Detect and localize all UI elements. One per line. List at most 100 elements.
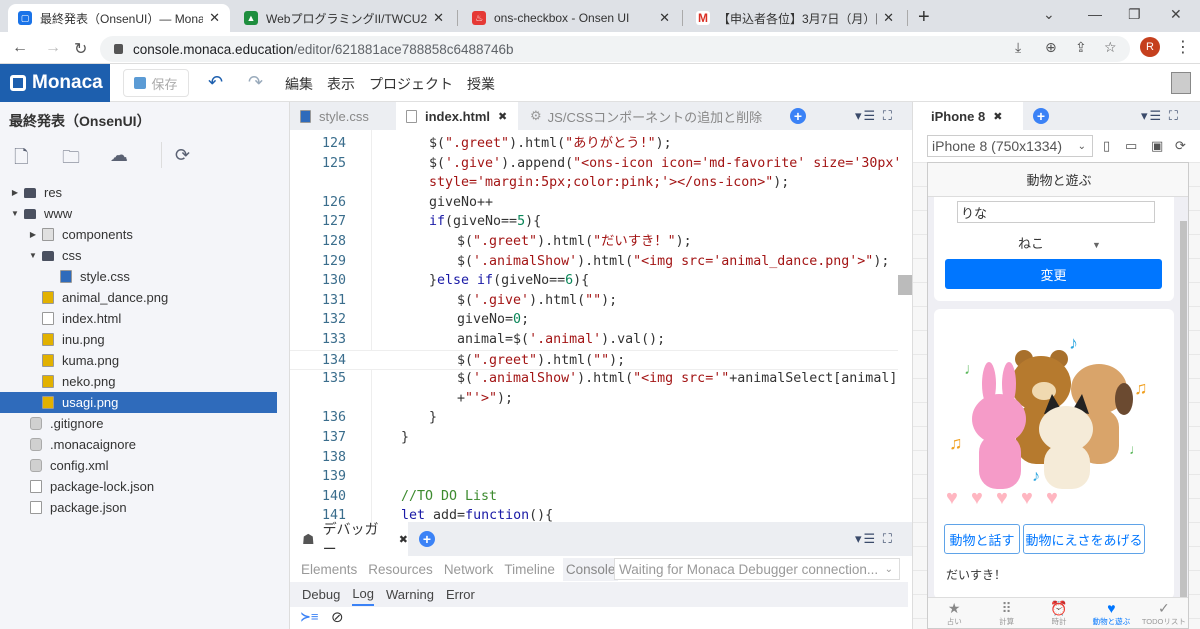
profile-avatar[interactable]: R <box>1140 37 1160 57</box>
panel-menu-icon[interactable]: ▾☰ ⛶ <box>1141 108 1180 124</box>
app-tab-3[interactable]: ♥ 動物と遊ぶ <box>1085 598 1137 628</box>
tab-components[interactable]: ⚙ JS/CSSコンポーネントの追加と削除 <box>520 102 780 130</box>
tree-item[interactable]: neko.png <box>0 371 277 392</box>
tree-item[interactable]: .gitignore <box>0 413 277 434</box>
refresh-icon[interactable]: ⟳ <box>175 145 190 166</box>
tree-item[interactable]: package.json <box>0 497 277 518</box>
install-icon[interactable]: ⤓ <box>1015 39 1021 56</box>
code-line[interactable]: 135 $('.animalShow').html("<img src='"+an… <box>290 369 898 389</box>
app-tab-4[interactable]: ✓ TODOリスト <box>1138 598 1188 628</box>
code-line[interactable]: 133 animal=$('.animal').val(); <box>290 330 898 350</box>
filter-error[interactable]: Error <box>446 584 475 605</box>
code-line[interactable]: 128 $(".greet").html("だいすき！"); <box>290 232 898 252</box>
change-button[interactable]: 変更 <box>945 259 1162 289</box>
editor-scrollbar[interactable] <box>898 275 912 295</box>
tree-item[interactable]: usagi.png <box>0 392 277 413</box>
new-tab-button[interactable]: + <box>918 6 930 29</box>
restore-icon[interactable]: ❐ <box>1128 6 1141 23</box>
user-avatar[interactable] <box>1171 72 1191 94</box>
debugger-connection-select[interactable]: Waiting for Monaca Debugger connection..… <box>614 558 900 580</box>
minimize-icon[interactable]: — <box>1088 6 1102 22</box>
browser-tab-classroom[interactable]: ▲ WebプログラミングII/TWCU2021 後期 ✕ <box>234 4 454 32</box>
screenshot-icon[interactable]: ▣ <box>1151 138 1163 154</box>
app-tab-1[interactable]: ⠿ 計算 <box>980 598 1032 628</box>
bookmark-star-icon[interactable]: ☆ <box>1104 39 1117 56</box>
refresh-preview-icon[interactable]: ⟳ <box>1175 138 1186 154</box>
browser-tab-onsen[interactable]: ♨ ons-checkbox - Onsen UI ✕ <box>462 4 680 32</box>
code-line[interactable]: 129 $('.animalShow').html("<img src='anim… <box>290 252 898 272</box>
tab-resources[interactable]: Resources <box>368 562 433 577</box>
tree-item[interactable]: config.xml <box>0 455 277 476</box>
code-line[interactable]: style='margin:5px;color:pink;'></ons-ico… <box>290 173 898 193</box>
menu-project[interactable]: プロジェクト <box>369 74 453 94</box>
code-line[interactable]: 130}else if(giveNo==6){ <box>290 271 898 291</box>
tree-item[interactable]: ▼ www <box>0 203 277 224</box>
code-line[interactable]: 127 if(giveNo==5){ <box>290 212 898 232</box>
monaca-logo[interactable]: Monaca <box>0 64 110 102</box>
tab-elements[interactable]: Elements <box>301 562 357 577</box>
code-line[interactable]: 139 <box>290 467 898 487</box>
menu-edit[interactable]: 編集 <box>285 74 313 94</box>
zoom-icon[interactable]: ⊕ <box>1045 39 1057 56</box>
device-select[interactable]: iPhone 8 (750x1334) ⌄ <box>927 135 1093 157</box>
tree-item[interactable]: style.css <box>0 266 277 287</box>
phone-scrollbar[interactable] <box>1180 221 1187 599</box>
tree-item[interactable]: index.html <box>0 308 277 329</box>
clear-console-icon[interactable]: ⊘ <box>331 608 344 626</box>
redo-icon[interactable]: ↷ <box>248 72 263 93</box>
code-line[interactable]: 138 <box>290 448 898 468</box>
tab-console[interactable]: Console <box>562 557 619 581</box>
tab-search-icon[interactable]: ⌄ <box>1043 6 1055 23</box>
talk-button[interactable]: 動物と話す <box>944 524 1020 554</box>
code-line[interactable]: 134 $(".greet").html(""); <box>290 349 898 370</box>
close-tab-icon[interactable]: ✖ <box>498 110 507 123</box>
code-line[interactable]: 125 $('.give').append("<ons-icon icon='md… <box>290 154 901 174</box>
new-file-icon[interactable]: 🗋 <box>14 145 28 175</box>
share-icon[interactable]: ⇪ <box>1075 39 1087 56</box>
code-line[interactable]: 124 $(".greet").html("ありがとう!"); <box>290 134 898 154</box>
tree-item[interactable]: animal_dance.png <box>0 287 277 308</box>
filter-log[interactable]: Log <box>352 583 375 606</box>
close-window-icon[interactable]: ✕ <box>1170 6 1182 23</box>
expand-icon[interactable]: ▶ <box>10 188 20 197</box>
tab-network[interactable]: Network <box>444 562 494 577</box>
code-line[interactable]: +"'>"); <box>290 389 898 409</box>
tree-item[interactable]: package-lock.json <box>0 476 277 497</box>
collapse-icon[interactable]: ▼ <box>10 209 20 218</box>
panel-menu-icon[interactable]: ▾☰ ⛶ <box>855 531 894 547</box>
code-line[interactable]: 131 $('.give').html(""); <box>290 291 898 311</box>
collapse-icon[interactable]: ▼ <box>28 251 38 260</box>
tab-index-html[interactable]: index.html ✖ <box>396 102 518 130</box>
filter-debug[interactable]: Debug <box>302 584 340 605</box>
tree-item[interactable]: kuma.png <box>0 350 277 371</box>
tree-item[interactable]: ▶ components <box>0 224 277 245</box>
code-line[interactable]: 126 giveNo++ <box>290 193 898 213</box>
browser-tab-monaca[interactable]: ▢ 最終発表（OnsenUI）— Monaca ✕ <box>8 4 230 32</box>
tab-style-css[interactable]: style.css <box>290 102 395 130</box>
tree-item[interactable]: inu.png <box>0 329 277 350</box>
add-preview-button[interactable]: + <box>1033 108 1049 124</box>
browser-menu-icon[interactable]: ⋮ <box>1175 37 1191 57</box>
undo-icon[interactable]: ↶ <box>208 72 223 93</box>
forward-icon[interactable]: → <box>45 39 61 57</box>
code-editor[interactable]: 124 $(".greet").html("ありがとう!"); 125 $('.giv… <box>290 130 912 522</box>
tab-iphone8[interactable]: iPhone 8 ✖ <box>913 102 1023 130</box>
tree-item[interactable]: ▼ css <box>0 245 277 266</box>
expand-icon[interactable]: ▶ <box>28 230 38 239</box>
code-line[interactable]: 136} <box>290 408 898 428</box>
portrait-icon[interactable]: ▯ <box>1103 138 1110 154</box>
app-tab-0[interactable]: ★ 占い <box>928 598 980 628</box>
reload-icon[interactable]: ↻ <box>74 39 87 59</box>
browser-tab-gmail[interactable]: M 【申込者各位】3月7日（月）開催 ✕ <box>686 4 904 32</box>
console-prompt-icon[interactable]: ≻≡ <box>300 609 318 625</box>
close-tab-icon[interactable]: ✕ <box>659 10 670 26</box>
close-tab-icon[interactable]: ✕ <box>433 10 444 26</box>
feed-button[interactable]: 動物にえさをあげる <box>1023 524 1145 554</box>
panel-menu-icon[interactable]: ▾☰ ⛶ <box>855 108 894 124</box>
url-input[interactable]: console.monaca.education/editor/621881ac… <box>100 36 1130 62</box>
tree-item[interactable]: .monacaignore <box>0 434 277 455</box>
menu-class[interactable]: 授業 <box>467 74 495 94</box>
code-line[interactable]: 137} <box>290 428 898 448</box>
close-tab-icon[interactable]: ✖ <box>993 110 1002 123</box>
tab-debugger[interactable]: ☗ デバッガー ✖ <box>290 521 408 557</box>
